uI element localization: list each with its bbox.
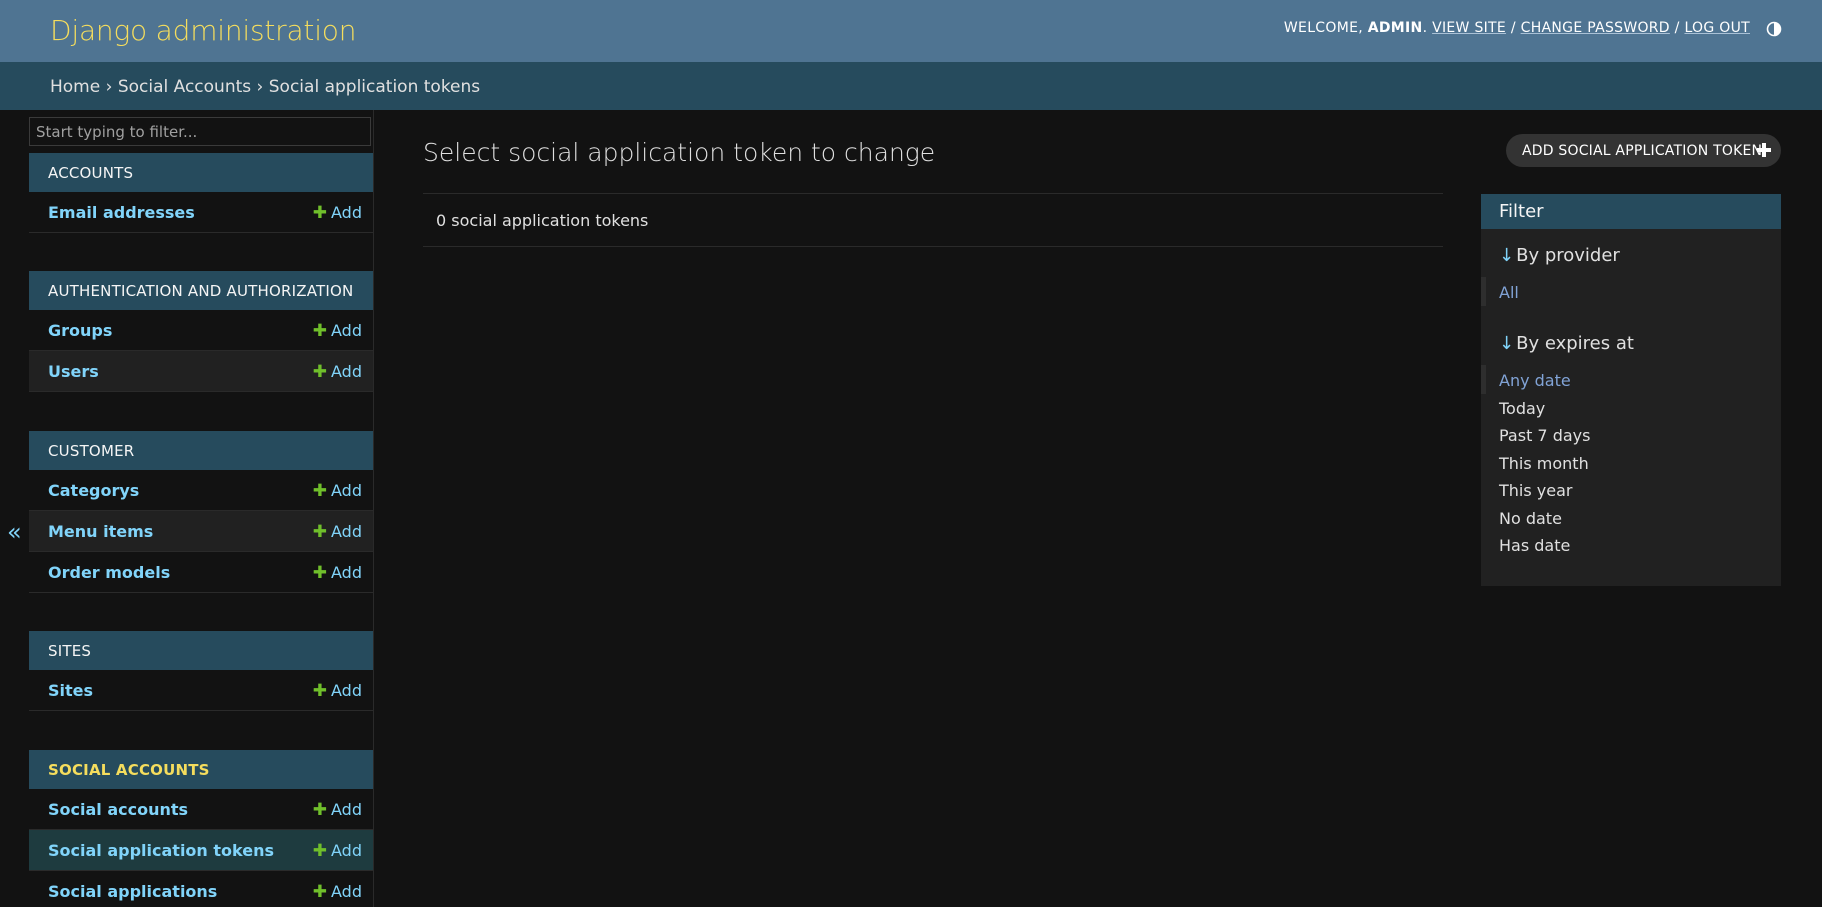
add-link[interactable]: ✚ Add — [313, 800, 362, 820]
add-social-application-token-button[interactable]: Add social application token — [1506, 134, 1781, 167]
breadcrumb-separator: › — [105, 77, 113, 97]
plus-icon: ✚ — [312, 362, 328, 382]
breadcrumb-home[interactable]: Home — [50, 77, 100, 97]
model-link[interactable]: Categorys — [48, 481, 139, 500]
arrow-down-icon: ↓ — [1499, 245, 1515, 266]
sidebar: Accounts Email addresses ✚Add Authentica… — [28, 110, 374, 907]
sidebar-item-users: Users ✚ Add — [29, 351, 373, 392]
site-name[interactable]: Django administration — [50, 14, 356, 47]
sidebar-item-menu-items: Menu items ✚ Add — [29, 511, 373, 552]
plus-icon: ✚ — [312, 481, 328, 501]
view-site-link[interactable]: View site — [1432, 20, 1506, 36]
filter-group-by-expires-at[interactable]: ↓ By expires at — [1499, 333, 1634, 354]
model-link[interactable]: Social applications — [48, 882, 217, 901]
plus-icon: ✚ — [312, 681, 328, 701]
app-caption-authentication[interactable]: Authentication and Authorization — [29, 271, 373, 310]
breadcrumb-separator: › — [256, 77, 264, 97]
plus-icon: ✚ — [312, 800, 328, 820]
change-password-link[interactable]: Change password — [1521, 20, 1670, 36]
model-link[interactable]: Sites — [48, 681, 93, 700]
sidebar-item-social-accounts: Social accounts ✚ Add — [29, 789, 373, 830]
plus-icon: ✚ — [312, 522, 328, 542]
add-link[interactable]: ✚ Add — [313, 321, 362, 341]
filter-option-has-date[interactable]: Has date — [1499, 536, 1570, 555]
result-list: 0 social application tokens — [423, 193, 1443, 247]
app-caption-social-accounts[interactable]: Social Accounts — [29, 750, 373, 789]
welcome-text: Welcome, — [1283, 20, 1363, 36]
arrow-down-icon: ↓ — [1499, 333, 1515, 354]
filter-option-any-date[interactable]: Any date — [1481, 365, 1571, 394]
sidebar-item-sites: Sites ✚ Add — [29, 670, 373, 711]
filter-option-this-month[interactable]: This month — [1499, 454, 1589, 473]
user-tools: Welcome, admin. View site / Change passw… — [1283, 20, 1750, 36]
add-link[interactable]: ✚ Add — [313, 362, 362, 382]
plus-icon: ✚ — [312, 321, 328, 341]
breadcrumb: Home › Social Accounts › Social applicat… — [0, 62, 1822, 110]
sidebar-item-categorys: Categorys ✚ Add — [29, 470, 373, 511]
app-caption-sites[interactable]: Sites — [29, 631, 373, 670]
filter-group-by-provider[interactable]: ↓ By provider — [1499, 245, 1620, 266]
sidebar-item-social-applications: Social applications ✚ Add — [29, 871, 373, 907]
app-caption-customer[interactable]: Customer — [29, 431, 373, 470]
sidebar-item-order-models: Order models ✚ Add — [29, 552, 373, 593]
add-link[interactable]: ✚ Add — [313, 522, 362, 542]
contrast-icon[interactable] — [1766, 21, 1782, 37]
model-link[interactable]: Users — [48, 362, 99, 381]
result-count: 0 social application tokens — [436, 211, 649, 230]
add-link[interactable]: ✚ Add — [313, 681, 362, 701]
page-title: Select social application token to chang… — [423, 138, 936, 167]
site-header: Django administration Welcome, admin. Vi… — [0, 0, 1822, 62]
sidebar-item-groups: Groups ✚ Add — [29, 310, 373, 351]
model-link[interactable]: Menu items — [48, 522, 153, 541]
filter-option-past-7-days[interactable]: Past 7 days — [1499, 426, 1590, 445]
collapse-sidebar-icon[interactable]: « — [7, 518, 22, 546]
filter-option-this-year[interactable]: This year — [1499, 481, 1572, 500]
add-link[interactable]: ✚ Add — [313, 882, 362, 902]
username: admin — [1367, 20, 1423, 36]
sidebar-item-social-application-tokens: Social application tokens ✚ Add — [29, 830, 373, 871]
sidebar-filter-input[interactable] — [29, 117, 371, 146]
filter-panel: Filter ↓ By provider All ↓ By expires at A… — [1481, 194, 1781, 586]
filter-heading: Filter — [1481, 194, 1781, 229]
breadcrumb-current: Social application tokens — [268, 77, 481, 97]
add-link[interactable]: ✚ Add — [313, 563, 362, 583]
model-link[interactable]: Groups — [48, 321, 112, 340]
model-link[interactable]: Social application tokens — [48, 841, 274, 860]
plus-icon: ✚ — [312, 841, 328, 861]
plus-icon: ✚ — [312, 203, 328, 223]
filter-option-no-date[interactable]: No date — [1499, 509, 1562, 528]
add-link[interactable]: ✚ Add — [313, 203, 362, 223]
plus-icon: ✚ — [312, 882, 328, 902]
plus-icon — [1757, 143, 1771, 157]
filter-option-today[interactable]: Today — [1499, 399, 1545, 418]
add-link[interactable]: ✚ Add — [313, 841, 362, 861]
app-caption-accounts[interactable]: Accounts — [29, 153, 373, 192]
model-link[interactable]: Social accounts — [48, 800, 188, 819]
model-link[interactable]: Order models — [48, 563, 170, 582]
log-out-link[interactable]: Log out — [1684, 20, 1750, 36]
plus-icon: ✚ — [312, 563, 328, 583]
sidebar-item-email-addresses: Email addresses ✚ Add — [29, 192, 373, 233]
add-link[interactable]: ✚ Add — [313, 481, 362, 501]
filter-option-all[interactable]: All — [1481, 277, 1519, 306]
breadcrumb-app[interactable]: Social Accounts — [118, 77, 251, 97]
model-link[interactable]: Email addresses — [48, 203, 195, 222]
